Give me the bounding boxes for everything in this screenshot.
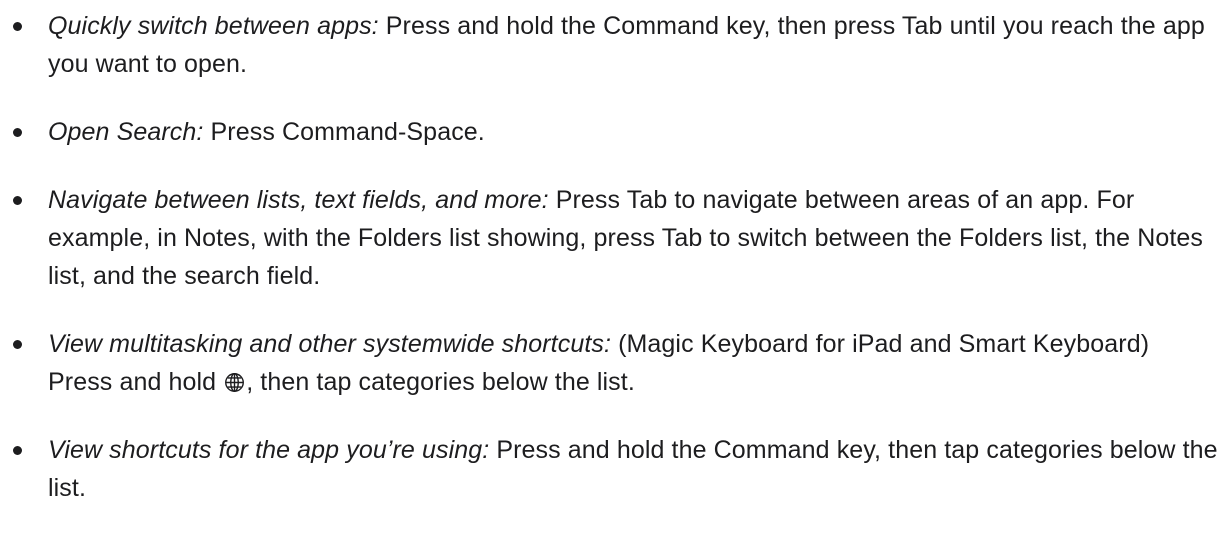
list-item: Navigate between lists, text fields, and…: [0, 181, 1220, 295]
keyboard-tips-list: Quickly switch between apps: Press and h…: [0, 0, 1220, 507]
tip-title: View multitasking and other systemwide s…: [48, 330, 612, 358]
tip-title: View shortcuts for the app you’re using:: [48, 436, 490, 464]
bullet-icon: [13, 128, 22, 137]
tip-title: Navigate between lists, text fields, and…: [48, 186, 549, 214]
globe-icon: [224, 372, 245, 393]
list-item: Open Search: Press Command-Space.: [0, 113, 1220, 151]
bullet-icon: [13, 446, 22, 455]
bullet-icon: [13, 22, 22, 31]
bullet-icon: [13, 196, 22, 205]
list-item: View multitasking and other systemwide s…: [0, 325, 1220, 401]
bullet-icon: [13, 340, 22, 349]
list-item: View shortcuts for the app you’re using:…: [0, 431, 1220, 507]
tip-title: Quickly switch between apps:: [48, 12, 379, 40]
tip-text: Press Command-Space.: [203, 118, 485, 146]
tip-title: Open Search:: [48, 118, 204, 146]
tip-text: , then tap categories below the list.: [246, 368, 635, 396]
list-item: Quickly switch between apps: Press and h…: [0, 7, 1220, 83]
